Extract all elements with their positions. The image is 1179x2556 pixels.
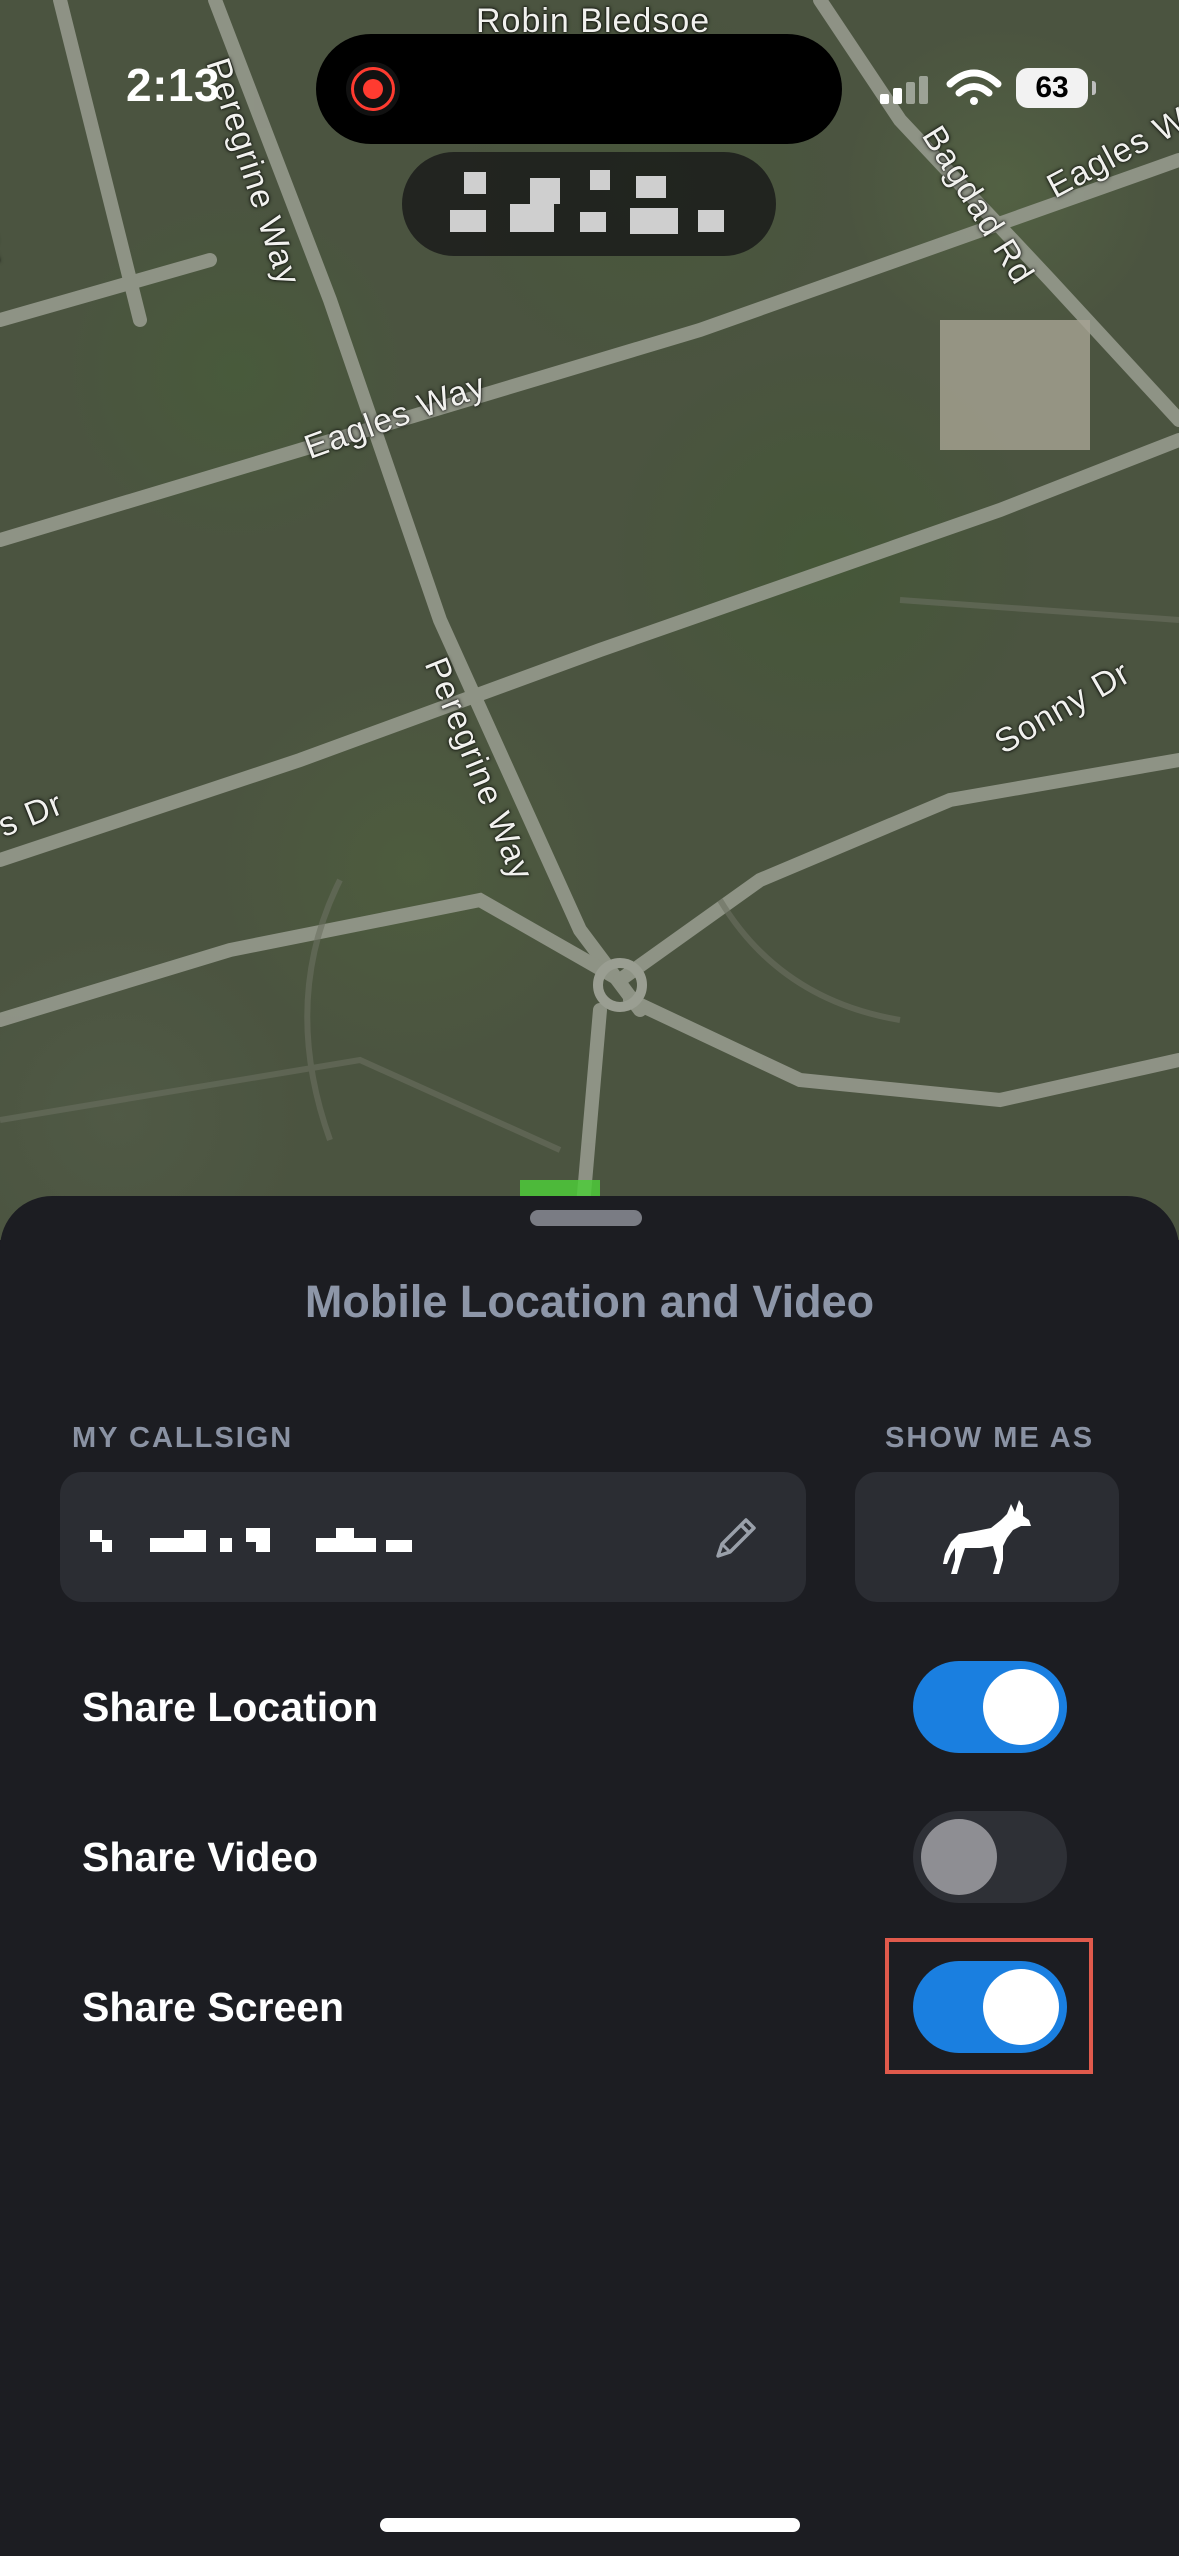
status-icons — [880, 69, 1002, 105]
show-me-as-button[interactable] — [855, 1472, 1119, 1602]
share-video-label: Share Video — [82, 1834, 319, 1880]
wifi-icon — [946, 69, 1002, 105]
sheet-title: Mobile Location and Video — [304, 1276, 875, 1327]
show-me-as-label: SHOW ME AS — [885, 1422, 1095, 1454]
pencil-icon[interactable] — [708, 1510, 764, 1566]
cellular-icon — [880, 76, 928, 104]
toggle-knob — [983, 1669, 1059, 1745]
dog-icon — [943, 1500, 1031, 1574]
home-indicator[interactable] — [380, 2518, 800, 2532]
share-screen-label: Share Screen — [82, 1984, 345, 2030]
share-location-label: Share Location — [82, 1684, 379, 1730]
sheet-grabber[interactable] — [530, 1210, 642, 1226]
callsign-field[interactable] — [60, 1472, 806, 1602]
bottom-sheet: Mobile Location and Video MY CALLSIGN SH… — [0, 1196, 1179, 2556]
toggle-knob — [921, 1819, 997, 1895]
callsign-label: MY CALLSIGN — [72, 1422, 294, 1454]
redacted-banner — [402, 152, 776, 256]
clearing — [940, 320, 1090, 450]
share-location-toggle[interactable] — [913, 1661, 1067, 1753]
highlight-box — [885, 1938, 1093, 2074]
share-video-toggle[interactable] — [913, 1811, 1067, 1903]
battery-icon: 63 — [1016, 68, 1096, 108]
callsign-value-redacted — [90, 1516, 510, 1556]
